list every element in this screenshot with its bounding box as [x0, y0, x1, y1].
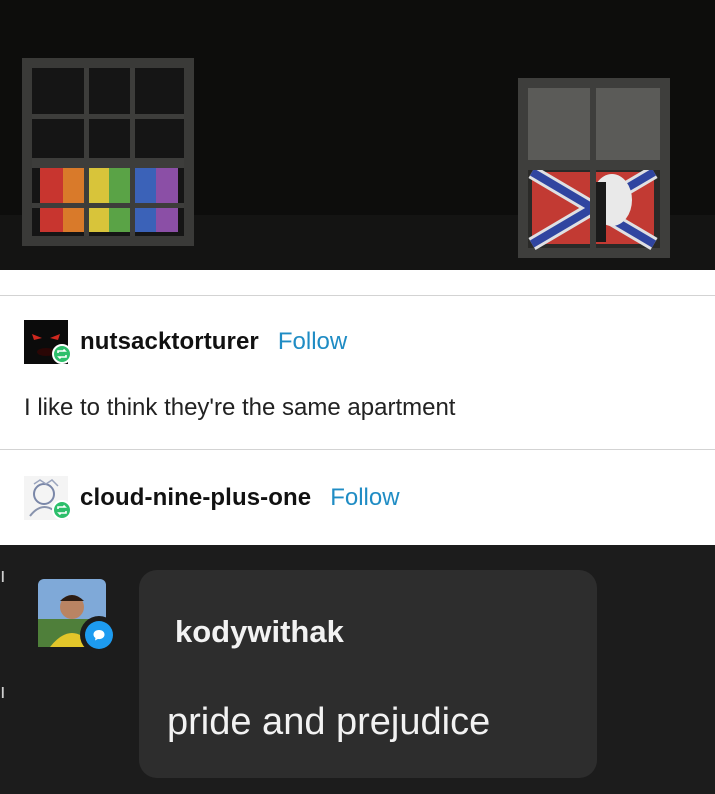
divider: [0, 295, 715, 296]
sketch-avatar[interactable]: [24, 476, 72, 520]
reblog-icon: [52, 344, 72, 364]
divider: [0, 449, 715, 450]
replies-section: ı ı kodywithak pride and prejudice: [0, 545, 715, 794]
username[interactable]: nutsacktorturer: [80, 328, 259, 356]
edge-fragment: ı: [0, 683, 6, 701]
follow-button[interactable]: Follow: [330, 484, 399, 512]
confederate-flag-window: [518, 78, 670, 258]
post-photo: [0, 0, 715, 270]
reblog-thread: nutsacktorturer Follow I like to think t…: [0, 270, 715, 545]
post-header: cloud-nine-plus-one Follow: [24, 476, 400, 520]
pride-flag-window: [22, 58, 194, 246]
dark-face-avatar[interactable]: [24, 320, 72, 364]
reply-bubble: kodywithak pride and prejudice: [139, 570, 597, 778]
username[interactable]: cloud-nine-plus-one: [80, 484, 311, 512]
reply-text: pride and prejudice: [167, 701, 491, 743]
post-header: nutsacktorturer Follow: [24, 320, 347, 364]
chat-bubble-icon: [80, 616, 118, 654]
post-text: I like to think they're the same apartme…: [24, 394, 456, 421]
edge-fragment: ı: [0, 567, 6, 585]
reply-username[interactable]: kodywithak: [175, 614, 344, 650]
reblog-icon: [52, 500, 72, 520]
follow-button[interactable]: Follow: [278, 328, 347, 356]
